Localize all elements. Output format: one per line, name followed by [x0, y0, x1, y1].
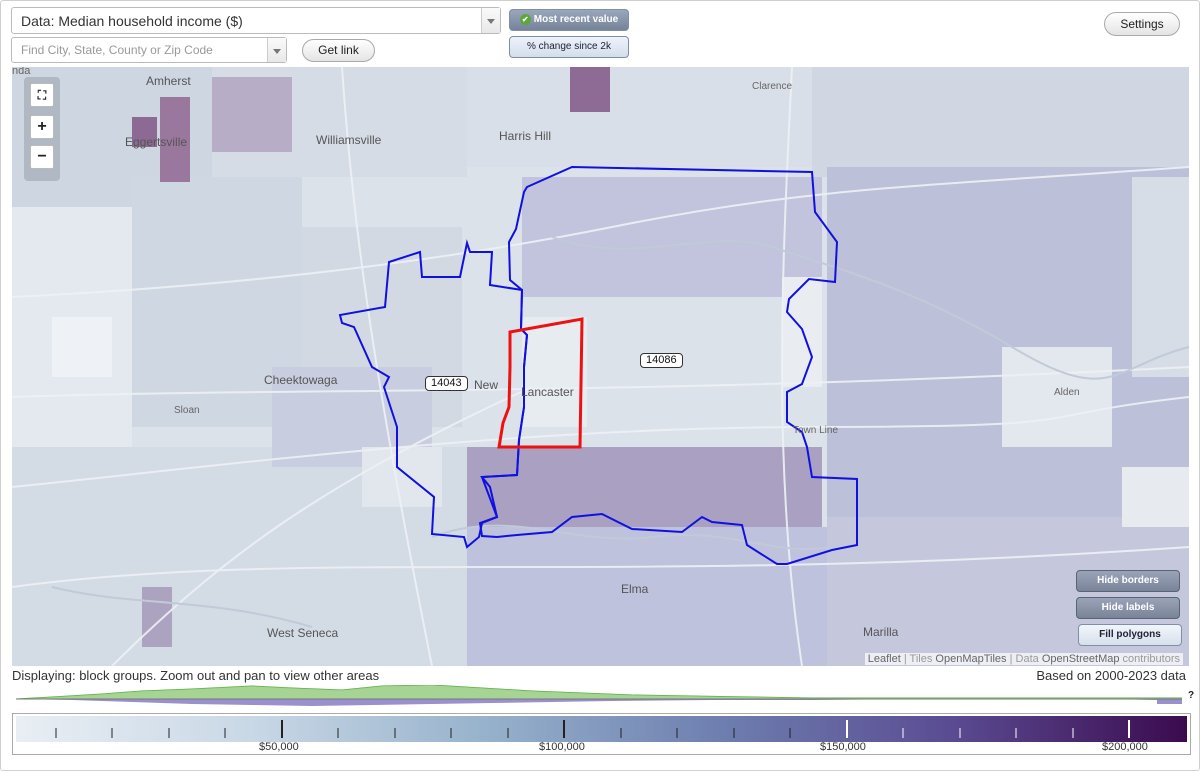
most-recent-value-toggle[interactable]: ✔ Most recent value	[509, 9, 629, 31]
openstreetmap-link[interactable]: OpenStreetMap	[1042, 653, 1120, 665]
fullscreen-icon[interactable]: ⛶	[30, 83, 54, 107]
legend-tick-label: $200,000	[1102, 741, 1148, 753]
map-attribution: Leaflet | Tiles OpenMapTiles | Data Open…	[864, 653, 1183, 665]
distribution-histogram	[15, 685, 1182, 706]
place-label: Marilla	[863, 625, 899, 639]
zip-label-14043[interactable]: 14043	[425, 376, 468, 391]
place-label: nda	[12, 67, 31, 77]
fill-polygons-button[interactable]: Fill polygons	[1078, 624, 1182, 646]
most-recent-label: Most recent value	[533, 14, 619, 25]
attribution-tail: contributors	[1119, 653, 1180, 665]
map-view[interactable]: ⛶ + − nda Amherst Eggertsville Williamsv…	[12, 67, 1189, 666]
search-placeholder: Find City, State, County or Zip Code	[21, 43, 213, 57]
map-tiles	[12, 67, 1189, 666]
place-label: Elma	[621, 582, 649, 596]
settings-button[interactable]: Settings	[1104, 12, 1180, 36]
legend-tick-marks	[55, 720, 1130, 738]
place-label: West Seneca	[267, 626, 339, 640]
zoom-in-button[interactable]: +	[30, 115, 54, 139]
color-legend: $50,000 $100,000 $150,000 $200,000	[12, 713, 1191, 755]
place-label: Lancaster	[521, 385, 574, 399]
place-label: Clarence	[752, 81, 793, 92]
place-label: Town Line	[793, 425, 839, 436]
based-on-text: Based on 2000-2023 data	[1036, 668, 1186, 683]
place-label: Williamsville	[316, 133, 382, 147]
zoom-out-button[interactable]: −	[30, 145, 54, 169]
displaying-text: Displaying: block groups. Zoom out and p…	[12, 668, 380, 683]
chevron-down-icon[interactable]	[481, 8, 500, 33]
hide-labels-button[interactable]: Hide labels	[1076, 597, 1180, 619]
place-label: Sloan	[174, 405, 200, 416]
place-label: Alden	[1054, 387, 1080, 398]
chevron-down-icon[interactable]	[267, 38, 286, 62]
place-label: Harris Hill	[499, 129, 551, 143]
place-label: Eggertsville	[125, 135, 188, 149]
attribution-sep: | Tiles	[900, 653, 936, 665]
help-icon[interactable]: ?	[1188, 690, 1194, 701]
zip-label-14086[interactable]: 14086	[640, 353, 683, 368]
legend-tick-label: $100,000	[539, 741, 585, 753]
leaflet-link[interactable]: Leaflet	[868, 653, 901, 665]
place-label: Cheektowaga	[264, 373, 338, 387]
get-link-button[interactable]: Get link	[302, 39, 375, 62]
data-select[interactable]: Data: Median household income ($)	[11, 7, 501, 34]
attribution-sep: | Data	[1006, 653, 1042, 665]
pct-change-toggle[interactable]: % change since 2k	[509, 36, 629, 58]
search-input[interactable]: Find City, State, County or Zip Code	[11, 37, 287, 63]
hide-borders-button[interactable]: Hide borders	[1076, 570, 1180, 592]
place-label: Amherst	[146, 74, 191, 88]
legend-tick-label: $150,000	[820, 741, 866, 753]
data-select-value: Data: Median household income ($)	[21, 13, 243, 29]
zoom-control: ⛶ + −	[24, 77, 60, 181]
legend-tick-label: $50,000	[259, 741, 299, 753]
place-label: New	[474, 378, 499, 392]
openmaptiles-link[interactable]: OpenMapTiles	[935, 653, 1006, 665]
check-icon: ✔	[519, 13, 531, 25]
